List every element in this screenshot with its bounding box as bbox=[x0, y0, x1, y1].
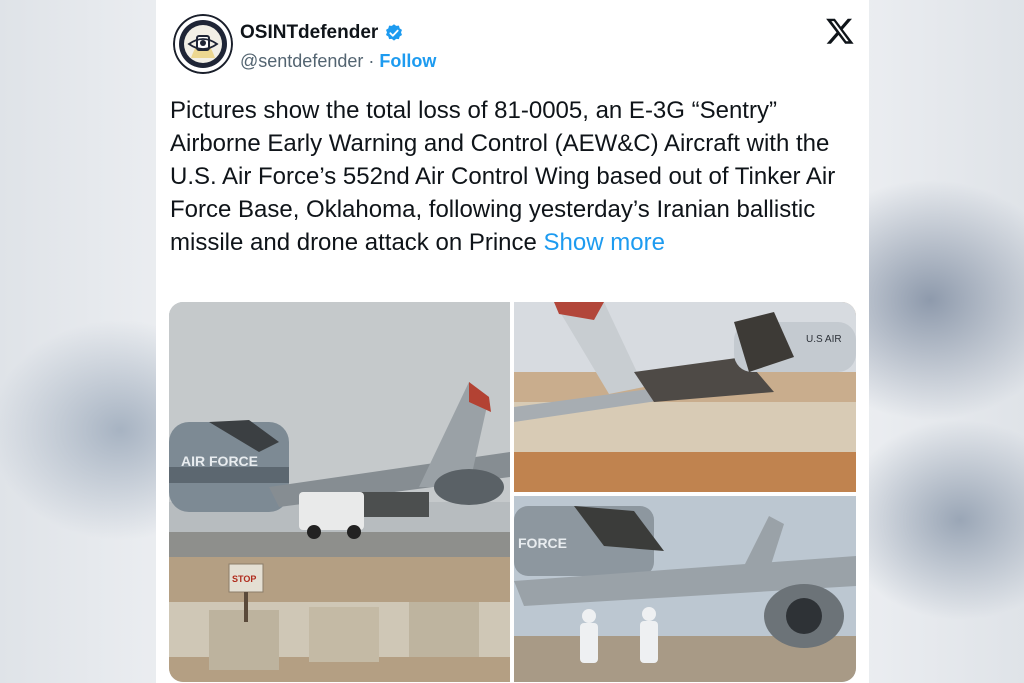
fuselage-marking-3: FORCE bbox=[518, 535, 567, 551]
media-grid: AIR FORCE STOP U.S AIR FORCE bbox=[169, 302, 856, 682]
author-display-name[interactable]: OSINTdefender bbox=[240, 22, 378, 44]
verified-badge-icon bbox=[386, 24, 403, 41]
photo-1[interactable]: AIR FORCE STOP bbox=[169, 302, 510, 682]
tweet-body: Pictures show the total loss of 81-0005,… bbox=[170, 97, 836, 256]
tweet-card: OSINTdefender @sentdefender · Follow Pic… bbox=[156, 0, 869, 683]
photo-1-image: AIR FORCE STOP bbox=[169, 302, 510, 682]
author-name-row[interactable]: OSINTdefender bbox=[240, 22, 404, 44]
author-handle-row: @sentdefender · Follow bbox=[240, 51, 436, 72]
photo-3-image: FORCE bbox=[514, 496, 856, 682]
x-logo-icon[interactable] bbox=[824, 16, 856, 46]
follow-button[interactable]: Follow bbox=[379, 51, 436, 71]
photo-2[interactable]: U.S AIR bbox=[514, 302, 856, 492]
stop-sign-text: STOP bbox=[232, 574, 256, 584]
photo-3[interactable]: FORCE bbox=[514, 496, 856, 682]
photo-2-image: U.S AIR bbox=[514, 302, 856, 492]
author-handle[interactable]: @sentdefender bbox=[240, 51, 363, 71]
osint-logo-icon bbox=[173, 14, 233, 74]
show-more-link[interactable]: Show more bbox=[544, 229, 665, 256]
fuselage-marking-1: AIR FORCE bbox=[181, 453, 258, 469]
separator-dot: · bbox=[368, 51, 375, 71]
tweet-text: Pictures show the total loss of 81-0005,… bbox=[170, 94, 850, 259]
fuselage-marking-2: U.S AIR bbox=[806, 334, 842, 345]
avatar[interactable] bbox=[173, 14, 233, 74]
